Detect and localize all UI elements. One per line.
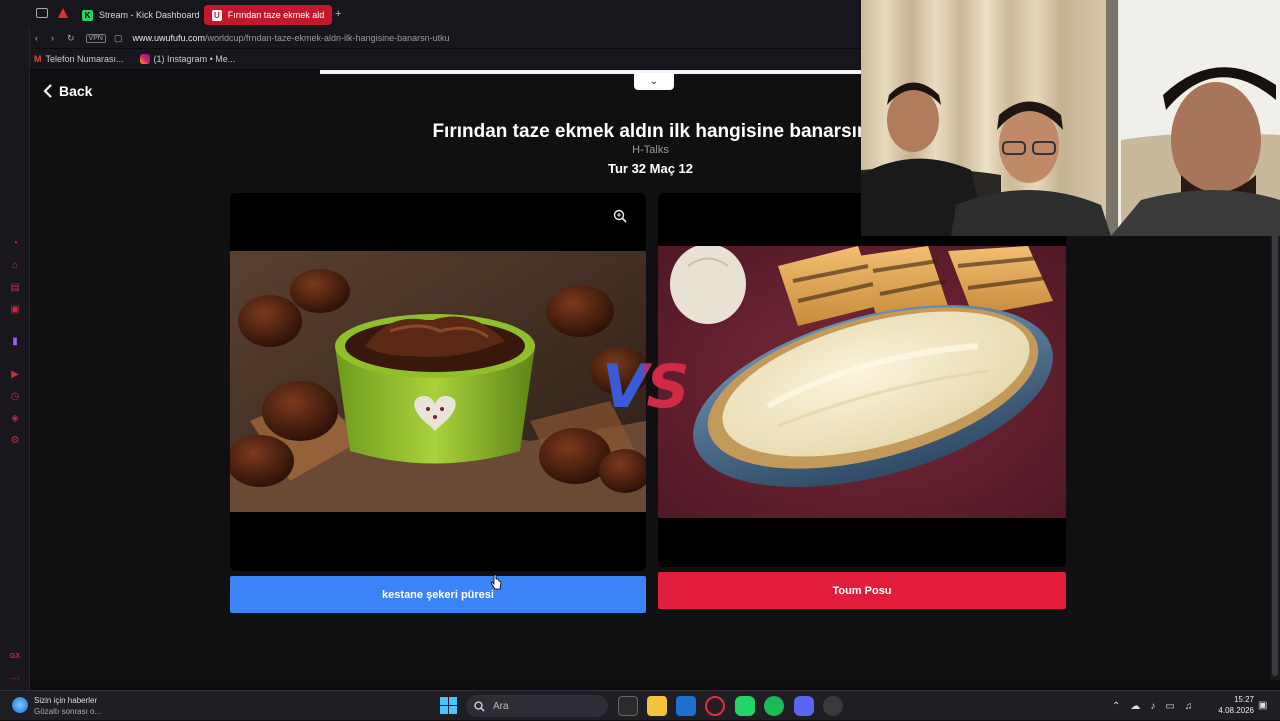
right-choice-card[interactable] <box>658 193 1066 567</box>
tab-label: Fırından taze ekmek aldın i <box>227 10 324 20</box>
vs-text: VS <box>602 352 690 422</box>
search-placeholder: Ara <box>493 700 509 712</box>
extensions-icon[interactable]: ◈ <box>9 413 21 425</box>
bookmark-label: (1) Instagram • Me... <box>153 54 236 64</box>
webcam-feed-image <box>861 0 1280 236</box>
notification-icon[interactable]: ▣ <box>1258 700 1267 711</box>
weather-icon[interactable] <box>12 697 28 713</box>
tray-chevron-icon[interactable]: ⌃ <box>1112 701 1120 712</box>
discord-icon[interactable] <box>794 696 814 716</box>
url-path: /worldcup/frndan-taze-ekmek-aldn-ilk-han… <box>205 33 450 43</box>
gmail-icon: M <box>34 54 42 64</box>
choose-left-button[interactable]: kestane şekeri püresi <box>230 576 646 613</box>
player-icon[interactable]: ▶ <box>9 369 21 381</box>
vpn-badge[interactable]: VPN <box>85 33 106 43</box>
tab-kick-dashboard[interactable]: K Stream - Kick Dashboard <box>74 5 208 25</box>
twitch-icon[interactable]: ▮ <box>9 336 21 348</box>
hand-cursor-icon <box>490 574 502 590</box>
bookmark-instagram[interactable]: (1) Instagram • Me... <box>139 54 236 64</box>
task-view-icon[interactable] <box>618 696 638 716</box>
chevron-left-icon <box>43 84 52 98</box>
volume-icon[interactable]: ♫ <box>1185 701 1193 712</box>
url-host: www.uwufufu.com <box>132 33 205 43</box>
onedrive-icon[interactable]: ☁ <box>1130 701 1140 712</box>
tab-island-icon[interactable] <box>36 8 48 18</box>
back-button[interactable]: Back <box>43 83 92 99</box>
new-tab-button[interactable]: + <box>335 8 341 20</box>
tab-label: Stream - Kick Dashboard <box>99 10 200 20</box>
news-widget[interactable]: Sizin için haberler Gözaltı sonrası o... <box>34 695 101 717</box>
news-icon[interactable]: ▤ <box>9 282 21 294</box>
browser-sidebar: ◯ ◔ ⌂ ▤ ▣ ▮ ▶ ◷ ◈ ⚙ GX … <box>0 0 30 690</box>
clock-date: 4.08.2026 <box>1218 706 1254 715</box>
file-explorer-icon[interactable] <box>647 696 667 716</box>
uwufufu-favicon-icon: U <box>212 9 222 21</box>
zoom-icon[interactable] <box>613 209 627 226</box>
spotify-icon[interactable] <box>764 696 784 716</box>
system-tray: ⌃ ☁ ♪ ▭ ♫ <box>1112 691 1192 721</box>
kick-favicon-icon: K <box>82 9 93 21</box>
messenger-icon[interactable]: ▣ <box>9 304 21 316</box>
gx-corner-icon[interactable] <box>58 8 68 18</box>
microphone-icon[interactable]: ♪ <box>1150 701 1155 712</box>
news-subtitle: Gözaltı sonrası o... <box>34 707 102 716</box>
speed-dial-icon[interactable]: ◔ <box>9 238 21 250</box>
bookmark-gmail[interactable]: M Telefon Numarası... <box>34 54 124 64</box>
clock[interactable]: 15:27 4.08.2026 <box>1214 694 1254 716</box>
webcam-overlay <box>861 0 1280 236</box>
chestnut-puree-image <box>230 251 646 512</box>
history-icon[interactable]: ◷ <box>9 391 21 403</box>
url-field[interactable]: www.uwufufu.com/worldcup/frndan-taze-ekm… <box>132 33 449 43</box>
windows-taskbar: Sizin için haberler Gözaltı sonrası o...… <box>0 690 1280 720</box>
store-icon[interactable]: ⌂ <box>9 260 21 272</box>
taskbar-search[interactable]: Ara <box>466 695 608 717</box>
clock-time: 15:27 <box>1233 695 1254 704</box>
reload-icon[interactable]: ↻ <box>67 33 75 44</box>
bookmark-label: Telefon Numarası... <box>45 54 124 64</box>
vs-label: VS <box>602 352 690 422</box>
back-nav-icon[interactable]: ‹ <box>35 33 38 43</box>
toum-garlic-sauce-image <box>658 246 1066 518</box>
opera-gx-icon[interactable] <box>705 696 725 716</box>
windows-start-icon[interactable] <box>440 697 458 715</box>
instagram-icon <box>139 54 150 64</box>
obs-icon[interactable] <box>823 696 843 716</box>
lock-icon[interactable]: ▢ <box>114 33 123 44</box>
forward-nav-icon[interactable]: › <box>51 33 54 43</box>
whatsapp-icon[interactable] <box>735 696 755 716</box>
store-app-icon[interactable] <box>676 696 696 716</box>
news-title: Sizin için haberler <box>34 696 98 705</box>
more-icon[interactable]: … <box>9 671 21 683</box>
gx-badge[interactable]: GX <box>9 651 21 663</box>
top-progress-strip <box>320 70 900 74</box>
chevron-down-icon[interactable]: ⌄ <box>634 73 674 90</box>
choose-right-button[interactable]: Toum Posu <box>658 572 1066 609</box>
left-choice-card[interactable] <box>230 193 646 571</box>
network-icon[interactable]: ▭ <box>1165 701 1174 712</box>
tab-uwufufu[interactable]: U Fırından taze ekmek aldın i <box>204 5 332 25</box>
settings-icon[interactable]: ⚙ <box>9 435 21 447</box>
search-icon <box>474 700 485 711</box>
back-label: Back <box>59 83 93 99</box>
